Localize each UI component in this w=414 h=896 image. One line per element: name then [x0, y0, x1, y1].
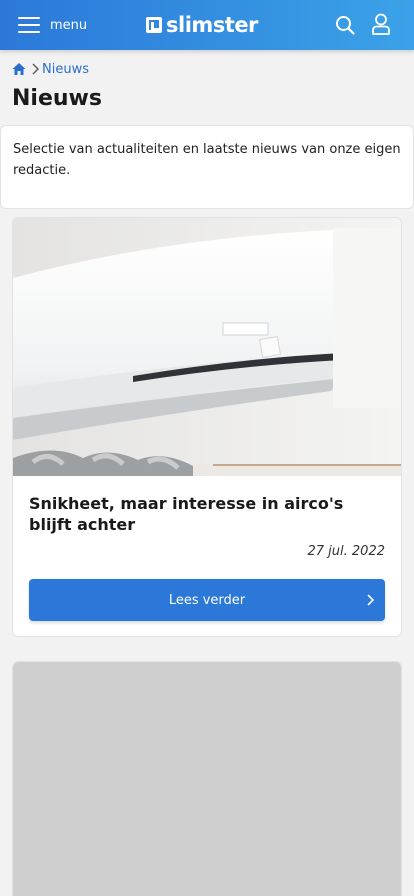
- chevron-right-icon: [367, 594, 375, 606]
- intro-text: Selectie van actualiteiten en laatste ni…: [13, 142, 401, 178]
- user-icon[interactable]: [371, 13, 391, 35]
- air-conditioner-photo[interactable]: [13, 218, 401, 476]
- home-icon[interactable]: [12, 62, 26, 76]
- hamburger-icon: [18, 17, 40, 33]
- menu-button[interactable]: menu: [18, 13, 87, 37]
- article-image: [13, 218, 401, 476]
- breadcrumb: Nieuws: [12, 60, 89, 78]
- news-card[interactable]: [12, 661, 402, 896]
- search-icon[interactable]: [335, 15, 355, 35]
- logo-icon: [146, 17, 162, 33]
- article-date: 27 jul. 2022: [307, 544, 386, 559]
- menu-label: menu: [50, 17, 88, 33]
- page-title: Nieuws: [12, 86, 102, 111]
- intro-panel: Selectie van actualiteiten en laatste ni…: [0, 125, 414, 209]
- news-card[interactable]: Snikheet, maar interesse in airco's blij…: [12, 217, 402, 637]
- article-title[interactable]: Snikheet, maar interesse in airco's blij…: [29, 493, 387, 535]
- read-more-button[interactable]: Lees verder: [29, 579, 385, 621]
- article-photo-placeholder[interactable]: [13, 662, 401, 896]
- logo-text: slimster: [166, 13, 258, 37]
- breadcrumb-current[interactable]: Nieuws: [42, 62, 89, 77]
- top-navigation-bar: menu slimster: [0, 0, 414, 50]
- slimster-logo[interactable]: slimster: [146, 12, 258, 38]
- chevron-right-icon: [32, 63, 39, 75]
- read-more-label: Lees verder: [168, 592, 246, 608]
